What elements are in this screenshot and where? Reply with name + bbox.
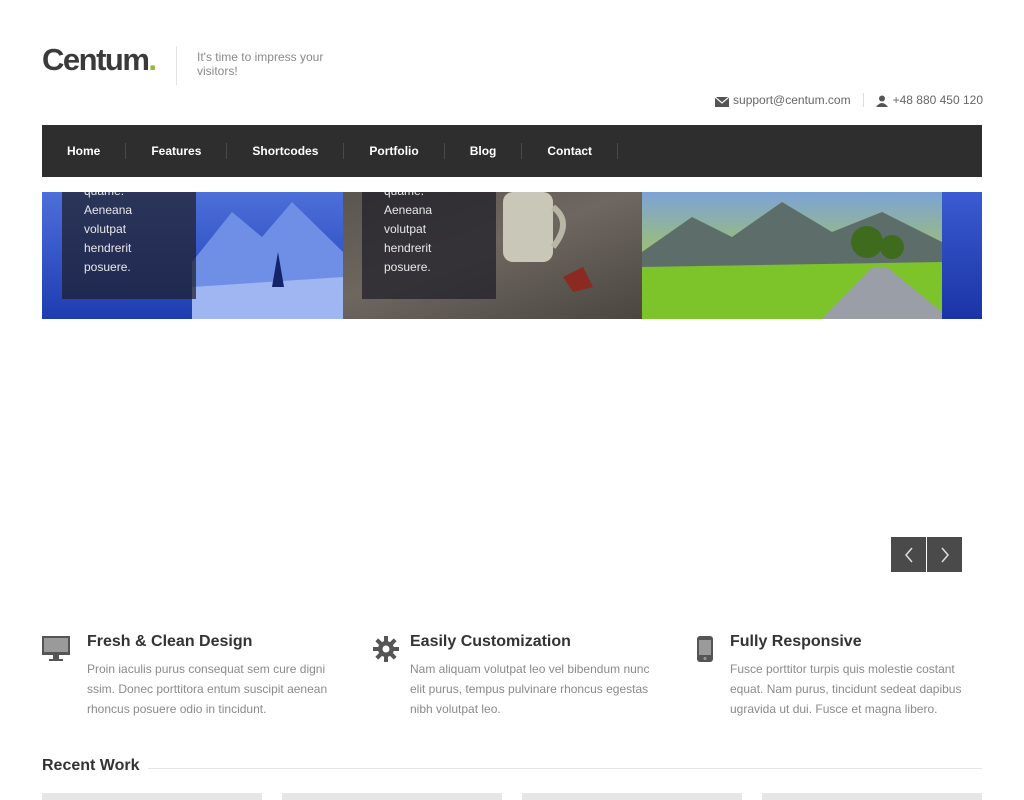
slider-prev-button[interactable] xyxy=(891,537,926,572)
slide-caption-2: quame. Aeneana volutpat hendrerit posuer… xyxy=(362,192,496,299)
phone-contact: +48 880 450 120 xyxy=(875,93,983,107)
page: Centum. It's time to impress your visito… xyxy=(0,0,1024,800)
phone-icon xyxy=(697,636,713,662)
caption-line: quame. xyxy=(384,192,496,201)
meadow-landscape-image xyxy=(642,202,942,319)
recent-work-title: Recent Work xyxy=(42,757,148,775)
caption-line: volutpat xyxy=(384,222,427,236)
chevron-left-icon xyxy=(904,547,913,562)
feature-title: Easily Customization xyxy=(410,633,571,650)
main-nav: Home Features Shortcodes Portfolio Blog … xyxy=(42,125,982,177)
caption-line: posuere. xyxy=(84,260,131,274)
image-slider: quame. Aeneana volutpat hendrerit posuer… xyxy=(42,192,982,319)
slide-caption-1: quame. Aeneana volutpat hendrerit posuer… xyxy=(62,192,196,299)
portfolio-thumbnail[interactable] xyxy=(282,793,502,800)
mail-icon xyxy=(715,96,730,107)
slide-coffee-image[interactable]: quame. Aeneana volutpat hendrerit posuer… xyxy=(343,192,642,319)
contact-divider xyxy=(862,93,864,107)
feature-text: Proin iaculis purus consequat sem cure d… xyxy=(87,662,328,716)
caption-line: Aeneana xyxy=(84,203,133,217)
contact-bar: support@centum.com +48 880 450 120 xyxy=(715,93,983,107)
chevron-right-icon xyxy=(940,547,949,562)
slide-partial-image[interactable] xyxy=(942,192,982,319)
feature-text: Nam aliquam volutpat leo vel bibendum nu… xyxy=(410,662,650,716)
slide-meadow-image[interactable] xyxy=(642,192,942,319)
caption-line: Aeneana xyxy=(384,203,433,217)
email-link[interactable]: support@centum.com xyxy=(733,93,851,107)
nav-item-home[interactable]: Home xyxy=(42,143,127,159)
logo-text: Centum xyxy=(42,42,150,77)
logo-dot: . xyxy=(148,42,157,77)
feature-title: Fully Responsive xyxy=(730,633,862,650)
slider-next-button[interactable] xyxy=(927,537,962,572)
caption-line: posuere. xyxy=(384,260,431,274)
nav-item-shortcodes[interactable]: Shortcodes xyxy=(227,143,345,159)
logo[interactable]: Centum. xyxy=(42,42,157,78)
caption-line: quame. xyxy=(84,192,196,201)
nav-item-contact[interactable]: Contact xyxy=(522,143,619,159)
email-contact[interactable]: support@centum.com xyxy=(715,93,851,107)
slider-controls xyxy=(891,537,962,572)
nav-item-portfolio[interactable]: Portfolio xyxy=(344,143,445,159)
slide-winter-image[interactable]: quame. Aeneana volutpat hendrerit posuer… xyxy=(42,192,343,319)
portfolio-thumbnail[interactable] xyxy=(762,793,982,800)
coffee-mug-image xyxy=(503,192,593,292)
phone-number: +48 880 450 120 xyxy=(892,93,983,107)
tagline-divider xyxy=(176,46,177,85)
caption-line: hendrerit xyxy=(84,241,132,255)
winter-landscape-image xyxy=(192,202,343,319)
nav-item-features[interactable]: Features xyxy=(126,143,228,159)
caption-line: hendrerit xyxy=(384,241,432,255)
portfolio-thumbnail[interactable] xyxy=(522,793,742,800)
person-icon xyxy=(875,95,888,107)
feature-text: Fusce porttitor turpis quis molestie cos… xyxy=(730,662,962,716)
section-divider xyxy=(42,768,982,769)
nav-item-blog[interactable]: Blog xyxy=(445,143,523,159)
feature-title: Fresh & Clean Design xyxy=(87,633,253,650)
tagline: It's time to impress your visitors! xyxy=(197,50,324,78)
monitor-icon xyxy=(42,636,70,661)
portfolio-thumbnail[interactable] xyxy=(42,793,262,800)
caption-line: volutpat xyxy=(84,222,127,236)
gear-icon xyxy=(373,636,399,662)
